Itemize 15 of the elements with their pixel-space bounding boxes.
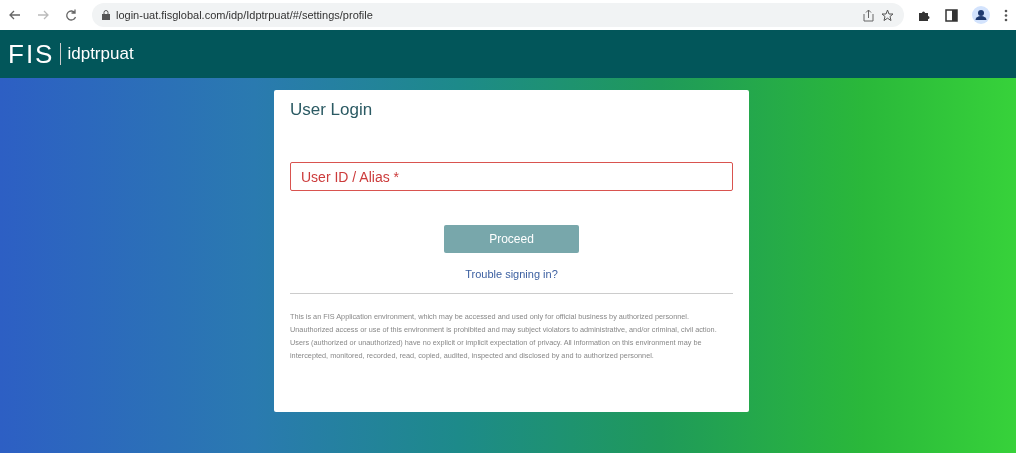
- app-name: idptrpuat: [67, 43, 134, 66]
- menu-icon[interactable]: [1004, 8, 1008, 22]
- star-icon[interactable]: [881, 8, 894, 22]
- reload-icon[interactable]: [64, 8, 78, 22]
- user-id-field[interactable]: User ID / Alias *: [290, 162, 733, 192]
- back-icon[interactable]: [8, 8, 22, 22]
- profile-icon[interactable]: [972, 6, 990, 24]
- logo: FIS: [8, 41, 55, 67]
- url-text: login-uat.fisglobal.com/idp/Idptrpuat/#/settings/profile: [116, 7, 373, 23]
- address-bar[interactable]: login-uat.fisglobal.com/idp/Idptrpuat/#/settings/profile: [92, 3, 904, 27]
- login-title: User Login: [290, 100, 374, 121]
- share-icon[interactable]: [862, 8, 875, 22]
- sidebar-icon[interactable]: [945, 8, 958, 22]
- trouble-signing-in-link[interactable]: Trouble signing in?: [465, 268, 558, 281]
- lock-icon: [102, 10, 110, 20]
